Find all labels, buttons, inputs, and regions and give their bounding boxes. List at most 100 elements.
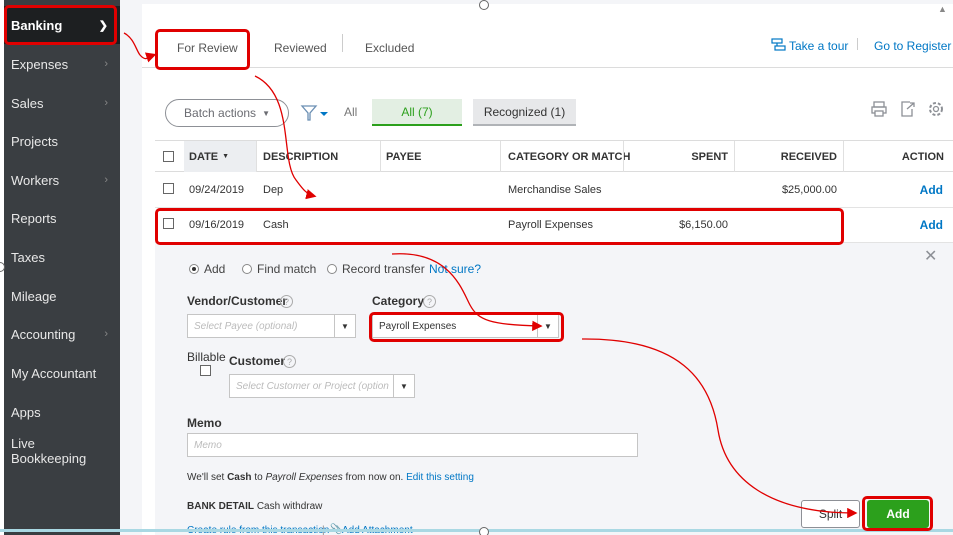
column-divider — [500, 141, 501, 172]
resize-handle[interactable] — [479, 0, 489, 10]
vendor-label: Vendor/Customer — [187, 294, 288, 308]
take-tour-link[interactable]: Take a tour — [789, 39, 848, 53]
row-date: 09/24/2019 — [189, 183, 245, 196]
category-select[interactable]: Payroll Expenses — [372, 314, 538, 338]
row-spent: $6,150.00 — [679, 218, 728, 231]
help-icon[interactable]: ? — [423, 295, 436, 308]
chevron-down-icon[interactable]: ▼ — [393, 374, 415, 398]
sidebar-item-label: Workers — [11, 172, 60, 188]
tab-for-review[interactable]: For Review — [177, 41, 238, 55]
bottom-strip — [0, 529, 953, 532]
resize-handle[interactable] — [479, 527, 489, 535]
add-button[interactable]: Add — [867, 500, 929, 528]
spent-header[interactable]: SPENT — [625, 141, 728, 172]
not-sure-link[interactable]: Not sure? — [429, 262, 481, 276]
column-divider — [380, 141, 381, 172]
rule-mid-text: to — [254, 472, 263, 483]
row-add-link[interactable]: Add — [845, 172, 943, 207]
row-checkbox[interactable] — [163, 183, 174, 194]
collapse-up-icon[interactable]: ▲ — [938, 4, 947, 14]
customer-label: Customer — [229, 354, 286, 368]
table-row[interactable]: 09/16/2019 Cash Payroll Expenses $6,150.… — [155, 207, 953, 243]
radio-find-match[interactable] — [242, 264, 252, 274]
row-date: 09/16/2019 — [189, 218, 245, 231]
customer-select[interactable]: Select Customer or Project (option — [229, 374, 394, 398]
export-icon[interactable] — [898, 100, 916, 118]
category-label: Category — [372, 294, 425, 308]
bank-detail: BANK DETAIL Cash withdraw — [187, 501, 322, 512]
sidebar-item-label: Mileage — [11, 288, 57, 304]
radio-add[interactable] — [189, 264, 199, 274]
filter-all-label: All — [344, 105, 358, 119]
sidebar-item-accounting[interactable]: Accounting › — [4, 315, 120, 353]
split-button[interactable]: Split — [801, 500, 860, 528]
tab-excluded[interactable]: Excluded — [365, 41, 414, 55]
rule-payee-text: Cash — [227, 472, 252, 483]
row-checkbox[interactable] — [163, 218, 174, 229]
chevron-right-icon: › — [104, 58, 108, 70]
print-icon[interactable] — [870, 100, 888, 118]
bank-detail-value: Cash withdraw — [256, 501, 323, 512]
filter-icon[interactable] — [300, 104, 330, 122]
radio-record-transfer[interactable] — [327, 264, 337, 274]
tab-reviewed[interactable]: Reviewed — [274, 41, 327, 55]
tour-icon — [771, 38, 786, 51]
column-divider — [256, 141, 257, 172]
batch-actions-label: Batch actions — [184, 106, 257, 120]
action-header: ACTION — [901, 150, 944, 163]
sidebar-item-banking[interactable]: Banking ❯ — [4, 6, 120, 44]
add-link-label: Add — [919, 182, 943, 197]
sidebar-item-my-accountant[interactable]: My Accountant — [4, 354, 120, 392]
row-category[interactable]: Merchandise Sales — [508, 172, 602, 207]
sidebar-item-apps[interactable]: Apps — [4, 393, 120, 431]
sidebar-item-label: Reports — [11, 210, 57, 226]
rule-category-text: Payroll Expenses — [265, 472, 343, 483]
help-icon[interactable]: ? — [280, 295, 293, 308]
date-header-label: DATE — [189, 150, 219, 163]
sidebar-item-label: Live Bookkeeping — [11, 436, 87, 466]
go-to-register-link[interactable]: Go to Register — [874, 39, 951, 53]
date-header[interactable]: DATE ▼ — [189, 141, 229, 172]
batch-actions-button[interactable]: Batch actions ▼ — [165, 99, 289, 127]
column-divider — [843, 141, 844, 172]
billable-checkbox[interactable] — [200, 365, 211, 376]
vendor-select[interactable]: Select Payee (optional) — [187, 314, 335, 338]
received-header[interactable]: RECEIVED — [735, 141, 837, 172]
memo-label: Memo — [187, 416, 222, 430]
sidebar-item-label: Projects — [11, 133, 58, 149]
sidebar-item-label: My Accountant — [11, 365, 97, 381]
sidebar-item-sales[interactable]: Sales › — [4, 84, 120, 122]
gear-icon[interactable] — [927, 100, 945, 118]
tab-recognized[interactable]: Recognized (1) — [473, 99, 576, 126]
sidebar-item-reports[interactable]: Reports — [4, 199, 120, 237]
sidebar-item-live-bookkeeping[interactable]: Live Bookkeeping — [4, 434, 94, 470]
sidebar-item-mileage[interactable]: Mileage — [4, 277, 120, 315]
memo-input[interactable]: Memo — [187, 433, 638, 457]
billable-label: Billable — [187, 350, 226, 364]
select-all-checkbox[interactable] — [163, 151, 174, 162]
chevron-down-icon[interactable]: ▼ — [334, 314, 356, 338]
tab-all[interactable]: All (7) — [372, 99, 462, 126]
chevron-down-icon[interactable]: ▼ — [537, 314, 559, 338]
radio-record-transfer-label: Record transfer — [342, 262, 425, 276]
sidebar-item-projects[interactable]: Projects — [4, 122, 120, 160]
sidebar-item-label: Accounting — [11, 326, 76, 342]
description-header[interactable]: DESCRIPTION — [263, 141, 338, 172]
sidebar-item-workers[interactable]: Workers › — [4, 161, 120, 199]
category-header[interactable]: CATEGORY OR MATCH — [508, 141, 630, 172]
help-icon[interactable]: ? — [283, 355, 296, 368]
table-header: DATE ▼ DESCRIPTION PAYEE CATEGORY OR MAT… — [155, 140, 953, 172]
row-add-link[interactable]: Add — [845, 207, 943, 242]
row-received: $25,000.00 — [781, 183, 837, 196]
row-category[interactable]: Payroll Expenses — [508, 207, 593, 242]
edit-setting-link[interactable]: Edit this setting — [406, 472, 474, 483]
chevron-right-icon: › — [104, 174, 108, 186]
review-tabs-bar — [142, 4, 953, 68]
sidebar-item-taxes[interactable]: Taxes — [4, 238, 120, 276]
close-icon[interactable]: ✕ — [924, 246, 937, 266]
table-row[interactable]: 09/24/2019 Dep Merchandise Sales $25,000… — [155, 172, 953, 208]
sidebar-item-expenses[interactable]: Expenses › — [4, 45, 120, 83]
sort-down-icon: ▼ — [222, 153, 230, 160]
payee-header[interactable]: PAYEE — [386, 141, 421, 172]
sidebar-nav: Banking ❯ Expenses › Sales › Projects Wo… — [4, 0, 120, 535]
